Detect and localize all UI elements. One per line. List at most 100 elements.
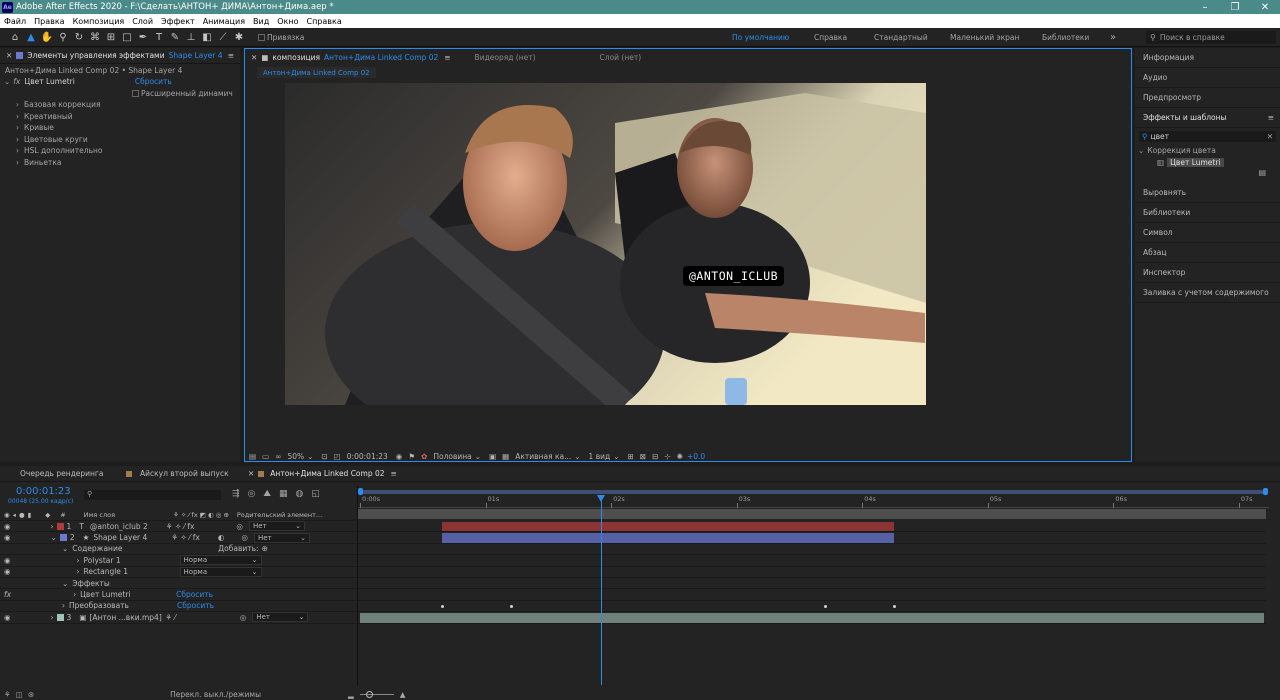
- draft3d-icon[interactable]: ⊠: [640, 452, 646, 461]
- keyframe-marker[interactable]: [892, 604, 896, 608]
- brush-tool-icon[interactable]: ✎: [168, 30, 182, 44]
- reset-link[interactable]: Сбросить: [177, 601, 214, 610]
- layer-switches[interactable]: ⚘ ⁄: [165, 613, 175, 622]
- layer-row-1[interactable]: ◉ › 1 T @anton_iclub 2 ⚘ ✧ ⁄ fx ◎ Нет ⌄: [0, 521, 356, 533]
- chevron-right-icon[interactable]: ›: [77, 556, 80, 565]
- zoom-value[interactable]: 50%: [287, 452, 304, 461]
- adjustment-icon[interactable]: ◐: [218, 533, 225, 542]
- chevron-right-icon[interactable]: ›: [51, 522, 54, 531]
- snapping-checkbox[interactable]: [258, 33, 265, 41]
- show-snapshot-icon[interactable]: ⚑: [408, 452, 415, 461]
- advanced-checkbox[interactable]: [132, 89, 139, 97]
- hand-tool-icon[interactable]: ✋: [40, 30, 54, 44]
- chevron-down-icon[interactable]: ⌄: [62, 579, 68, 588]
- menu-view[interactable]: Вид: [249, 17, 273, 26]
- zoom-in-icon[interactable]: ▲: [400, 690, 406, 699]
- menu-help[interactable]: Справка: [302, 17, 345, 26]
- chevron-right-icon[interactable]: ›: [62, 601, 65, 610]
- timeline-search[interactable]: ⚲: [84, 490, 221, 500]
- chevron-right-icon[interactable]: ›: [16, 146, 19, 155]
- add-icon[interactable]: ⊕: [262, 544, 268, 553]
- roi-icon[interactable]: ▣: [489, 452, 496, 461]
- panel-menu-icon[interactable]: ≡: [444, 53, 450, 62]
- fit-icon[interactable]: ⊡: [321, 452, 327, 461]
- parent-dropdown[interactable]: Нет ⌄: [252, 612, 309, 623]
- eye-icon[interactable]: ◉: [4, 613, 11, 622]
- group-hsl[interactable]: › HSL дополнительно: [0, 145, 240, 157]
- timeline-timecode[interactable]: 0:00:01:23: [16, 486, 71, 497]
- close-button[interactable]: ✕: [1250, 0, 1280, 14]
- motion-blur-icon[interactable]: ⊟: [652, 452, 658, 461]
- character-panel[interactable]: Символ: [1135, 223, 1280, 243]
- layer-bar[interactable]: [441, 522, 894, 532]
- zoom-slider[interactable]: [359, 690, 394, 698]
- track-area[interactable]: 0:00s 01s 02s 03s 04s 05s 06s 07s: [357, 486, 1269, 686]
- parent-pickwhip-icon[interactable]: ◎: [240, 613, 247, 622]
- fx-icon[interactable]: fx: [4, 590, 11, 599]
- blend-mode-dropdown[interactable]: Норма ⌄: [179, 555, 262, 566]
- composition-frame[interactable]: @ANTON_ICLUB: [285, 83, 926, 405]
- keyframe-marker[interactable]: [440, 604, 444, 608]
- close-icon[interactable]: ✕: [248, 469, 254, 478]
- chevron-down-icon[interactable]: ⌄: [613, 452, 619, 461]
- snapshot-icon[interactable]: ◉: [396, 452, 403, 461]
- menu-effect[interactable]: Эффект: [157, 17, 199, 26]
- workspace-small-screen[interactable]: Маленький экран: [950, 33, 1042, 42]
- motion-blur-icon[interactable]: ◍: [295, 489, 303, 499]
- new-folder-icon[interactable]: ▤: [1135, 168, 1280, 180]
- layer-tab[interactable]: Слой (нет): [600, 53, 642, 62]
- panel-menu-icon[interactable]: ≡: [228, 51, 234, 60]
- workspace-standard[interactable]: Стандартный: [874, 33, 950, 42]
- grid-icon[interactable]: ⊞: [627, 452, 633, 461]
- always-preview-icon[interactable]: ▤: [249, 452, 256, 461]
- camera-value[interactable]: Активная ка...: [515, 452, 571, 461]
- eye-icon[interactable]: ◉: [4, 567, 11, 576]
- chevron-down-icon[interactable]: ⌄: [307, 452, 313, 461]
- flowchart-icon[interactable]: ⊹: [664, 452, 670, 461]
- zoom-slider-thumb[interactable]: [365, 690, 373, 698]
- property-row-rectangle[interactable]: ◉ › Rectangle 1 Норма ⌄: [0, 566, 356, 578]
- transparency-icon[interactable]: ▦: [502, 452, 509, 461]
- rotate-tool-icon[interactable]: ↻: [72, 30, 86, 44]
- graph-editor-icon[interactable]: ◱: [311, 489, 320, 499]
- render-queue-tab[interactable]: Очередь рендеринга: [20, 469, 126, 478]
- chevron-down-icon[interactable]: ⌄: [1138, 146, 1144, 155]
- chevron-right-icon[interactable]: ›: [77, 567, 80, 576]
- group-basic-correction[interactable]: › Базовая коррекция: [0, 99, 240, 111]
- group-vignette[interactable]: › Виньетка: [0, 157, 240, 169]
- maximize-button[interactable]: ❐: [1220, 0, 1250, 14]
- layer-switches[interactable]: ⚘ ✧ ⁄ fx: [171, 533, 200, 542]
- comp-tab-name[interactable]: Антон+Дима Linked Comp 02: [324, 53, 438, 62]
- clear-search-icon[interactable]: ✕: [1267, 132, 1273, 141]
- composition-mini-flowchart-icon[interactable]: ⇶: [232, 489, 240, 499]
- fx-icon[interactable]: fx: [13, 77, 20, 86]
- audio-panel[interactable]: Аудио: [1135, 68, 1280, 88]
- menu-window[interactable]: Окно: [273, 17, 302, 26]
- group-color-wheels[interactable]: › Цветовые круги: [0, 134, 240, 146]
- workspace-default[interactable]: По умолчанию: [732, 33, 814, 42]
- puppet-tool-icon[interactable]: ✱: [232, 30, 246, 44]
- camera-tool-icon[interactable]: ⌘: [88, 30, 102, 44]
- effect-reset-link[interactable]: Сбросить: [135, 77, 172, 86]
- layer-bar[interactable]: [441, 533, 894, 543]
- selection-tool-icon[interactable]: ▲: [24, 30, 38, 44]
- viewer-timecode[interactable]: 0:00:01:23: [347, 452, 388, 461]
- layer-name[interactable]: @anton_iclub 2: [90, 522, 166, 531]
- chevron-right-icon[interactable]: ›: [16, 112, 19, 121]
- playhead-handle[interactable]: [597, 495, 606, 502]
- chevron-right-icon[interactable]: ›: [73, 590, 76, 599]
- exposure-reset-icon[interactable]: ✺: [677, 452, 683, 461]
- home-icon[interactable]: ⌂: [8, 30, 22, 44]
- content-aware-fill-panel[interactable]: Заливка с учетом содержимого: [1135, 283, 1280, 303]
- chevron-down-icon[interactable]: ⌄: [51, 533, 57, 542]
- category-color-correction[interactable]: ⌄ Коррекция цвета: [1135, 145, 1280, 157]
- inspector-panel[interactable]: Инспектор: [1135, 263, 1280, 283]
- layer-color-chip[interactable]: [56, 613, 64, 621]
- modes-toggle-icon[interactable]: ◫: [16, 690, 23, 699]
- property-row-effects[interactable]: ⌄ Эффекты: [0, 578, 356, 590]
- keyframe-marker[interactable]: [509, 604, 513, 608]
- work-area-bar[interactable]: [360, 490, 1266, 494]
- info-panel[interactable]: Информация: [1135, 48, 1280, 68]
- resolution-value[interactable]: Половина: [433, 452, 471, 461]
- eye-icon[interactable]: ◉: [4, 556, 11, 565]
